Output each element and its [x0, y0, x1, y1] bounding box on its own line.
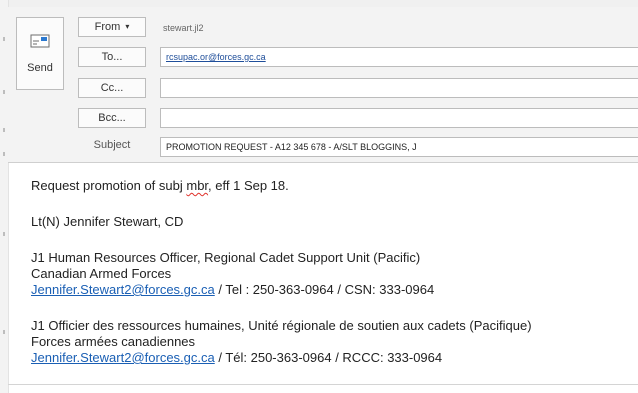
signature-contact-en: Jennifer.Stewart2@forces.gc.ca / Tel : 2… — [31, 282, 631, 298]
subject-field[interactable]: PROMOTION REQUEST - A12 345 678 - A/SLT … — [160, 137, 638, 157]
request-text-end: , eff 1 Sep 18. — [208, 178, 289, 193]
signature-org-en: Canadian Armed Forces — [31, 266, 172, 281]
from-button[interactable]: From ▾ — [78, 17, 146, 37]
signature-title-en: J1 Human Resources Officer, Regional Cad… — [31, 250, 421, 265]
gutter-mark — [3, 152, 5, 156]
send-label: Send — [27, 62, 53, 74]
contact-numbers-en: / Tel : 250-363-0964 / CSN: 333-0964 — [214, 282, 435, 297]
header-divider — [8, 162, 638, 163]
contact-numbers-fr: / Tél: 250-363-0964 / RCCC: 333-0964 — [214, 350, 443, 365]
from-address: stewart.jl2 — [163, 23, 204, 33]
message-body[interactable]: Request promotion of subj mbr, eff 1 Sep… — [31, 178, 631, 366]
cc-field[interactable] — [160, 78, 638, 98]
to-field[interactable]: rcsupac.or@forces.gc.ca — [160, 47, 638, 67]
send-envelope-icon — [30, 32, 52, 55]
email-link-en[interactable]: Jennifer.Stewart2@forces.gc.ca — [31, 282, 215, 297]
send-button[interactable]: Send — [16, 17, 64, 90]
gutter-mark — [3, 330, 5, 334]
gutter-mark — [3, 232, 5, 236]
cc-button[interactable]: Cc... — [78, 78, 146, 98]
misspelled-word[interactable]: mbr — [186, 178, 208, 193]
cc-button-label: Cc... — [100, 82, 124, 94]
email-link-fr[interactable]: Jennifer.Stewart2@forces.gc.ca — [31, 350, 215, 365]
chevron-down-icon: ▾ — [125, 22, 130, 31]
from-button-label: From — [94, 21, 121, 33]
gutter-mark — [3, 37, 5, 41]
gutter-mark — [3, 128, 5, 132]
body-line-request: Request promotion of subj mbr, eff 1 Sep… — [31, 178, 631, 194]
gutter-mark — [3, 90, 5, 94]
bcc-button-label: Bcc... — [98, 112, 126, 124]
bcc-field[interactable] — [160, 108, 638, 128]
to-button-label: To... — [101, 51, 123, 63]
subject-label: Subject — [93, 139, 131, 151]
signature-org-fr: Forces armées canadiennes — [31, 334, 196, 349]
signature-title-fr: J1 Officier des ressources humaines, Uni… — [31, 318, 532, 333]
signature-contact-fr: Jennifer.Stewart2@forces.gc.ca / Tél: 25… — [31, 350, 631, 366]
request-text: Request promotion of subj — [31, 178, 187, 193]
bottom-border — [8, 384, 638, 385]
to-button[interactable]: To... — [78, 47, 146, 67]
to-recipient[interactable]: rcsupac.or@forces.gc.ca — [166, 52, 266, 62]
bcc-button[interactable]: Bcc... — [78, 108, 146, 128]
signature-name: Lt(N) Jennifer Stewart, CD — [31, 214, 184, 229]
